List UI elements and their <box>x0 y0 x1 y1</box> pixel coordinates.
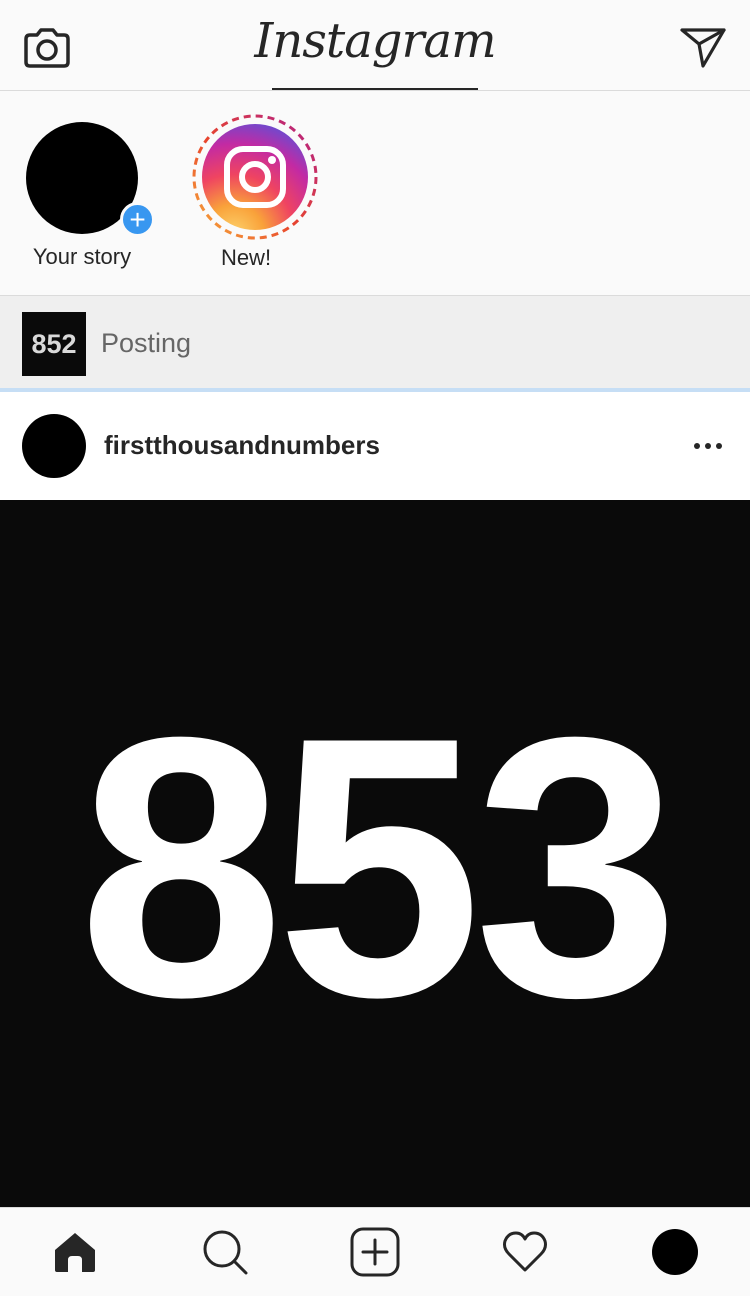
camera-button[interactable] <box>17 18 77 78</box>
more-options-button[interactable] <box>688 430 728 462</box>
tab-new-post[interactable] <box>345 1222 405 1282</box>
home-icon <box>55 1233 95 1272</box>
bottom-tab-bar <box>0 1207 750 1296</box>
instagram-logo: Instagram <box>254 13 496 69</box>
dot <box>694 443 700 449</box>
add-icon <box>350 1227 400 1277</box>
heart-icon <box>503 1231 547 1272</box>
story-your-story[interactable]: + Your story <box>7 111 157 270</box>
post-username[interactable]: firstthousandnumbers <box>104 430 380 461</box>
top-header: Instagram <box>0 0 750 91</box>
post-header: firstthousandnumbers <box>0 392 750 500</box>
posting-status-bar: 852 Posting <box>0 296 750 392</box>
dot <box>705 443 711 449</box>
post-avatar[interactable] <box>22 414 86 478</box>
story-label: Your story <box>32 244 132 269</box>
add-story-badge[interactable]: + <box>120 202 155 237</box>
profile-icon <box>652 1229 698 1275</box>
tab-profile[interactable] <box>645 1222 705 1282</box>
paper-plane-icon <box>680 28 726 68</box>
instagram-app-icon <box>202 124 308 230</box>
direct-messages-button[interactable] <box>673 18 733 78</box>
post-image-number: 853 <box>78 661 679 1074</box>
tab-activity[interactable] <box>495 1222 555 1282</box>
story-avatar-wrap <box>182 111 318 240</box>
tab-home[interactable] <box>45 1222 105 1282</box>
dot <box>716 443 722 449</box>
story-instagram-new[interactable]: New! <box>171 111 321 271</box>
search-icon <box>203 1230 248 1275</box>
story-label: New! <box>220 245 272 270</box>
camera-icon <box>24 28 70 68</box>
stories-tray: + Your story New! <box>0 91 750 296</box>
posting-thumbnail: 852 <box>22 312 86 376</box>
feed-tab-logo[interactable]: Instagram <box>254 8 497 90</box>
posting-label: Posting <box>101 328 192 358</box>
post-image[interactable]: 853 <box>0 500 750 1207</box>
tab-search[interactable] <box>195 1222 255 1282</box>
story-avatar-wrap: + <box>18 111 155 239</box>
